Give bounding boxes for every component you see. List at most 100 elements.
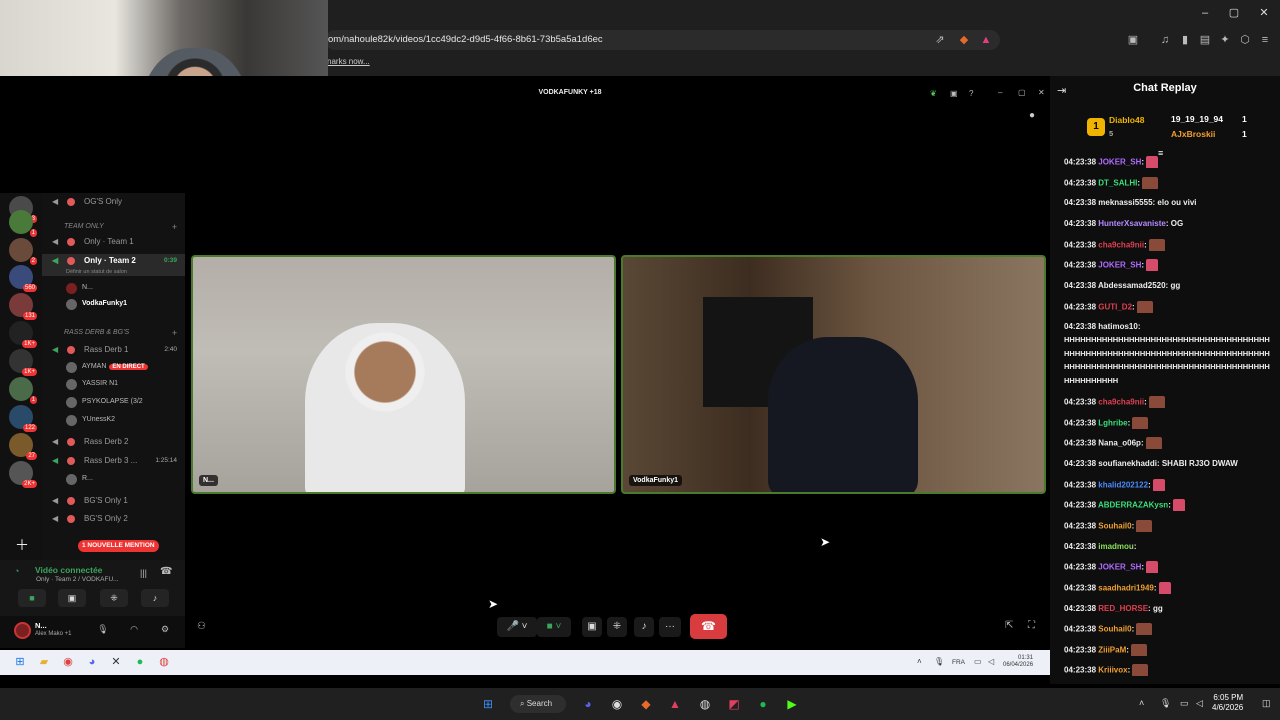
soundboard-call-button[interactable]: ♪ [634, 617, 654, 637]
app-icon[interactable]: ◍ [156, 654, 172, 670]
message-username[interactable]: cha9cha9nii [1098, 241, 1144, 250]
x-app-icon[interactable]: ✕ [108, 654, 124, 670]
help-icon[interactable]: ? [969, 89, 973, 98]
more-options-button[interactable]: ··· [659, 617, 681, 637]
message-username[interactable]: hatimos10 [1098, 322, 1138, 331]
activity-button[interactable]: ⁜ [607, 617, 627, 637]
screenshare-button[interactable]: ▣ [58, 589, 86, 607]
microphone-icon[interactable]: 🎙 [97, 624, 109, 636]
volume-icon[interactable]: ◁ [988, 657, 994, 666]
rewards-icon[interactable]: ▲ [979, 33, 993, 47]
server-icon[interactable]: 122 [9, 405, 37, 432]
server-icon[interactable]: 27 [9, 433, 37, 460]
dc-maximize-icon[interactable]: ▢ [1018, 88, 1026, 97]
video-tile[interactable]: VodkaFunky1 [621, 255, 1046, 494]
music-icon[interactable]: ♫ [1158, 33, 1172, 47]
add-channel-icon[interactable]: + [172, 326, 177, 340]
message-username[interactable]: Lghribe [1098, 419, 1127, 428]
app-icon[interactable]: ◍ [697, 696, 713, 712]
server-icon[interactable]: 1 [9, 210, 37, 237]
voice-member[interactable]: N... [42, 281, 185, 295]
add-server-icon[interactable]: ＋ [15, 535, 29, 555]
share-screen-button[interactable]: ▣ [582, 617, 602, 637]
mic-tray-icon[interactable]: 🎙 [934, 657, 944, 666]
server-icon[interactable]: 2K+ [9, 461, 37, 488]
app-icon[interactable]: ▶ [784, 696, 800, 712]
activities-button[interactable]: ⁜ [100, 589, 128, 607]
remote-clock[interactable]: 01:31 06/04/2026 [1003, 655, 1033, 669]
message-username[interactable]: khalid202122 [1098, 481, 1148, 490]
message-username[interactable]: ZiiiPaM [1098, 646, 1126, 655]
server-icon[interactable]: 1 [9, 377, 37, 404]
chrome-icon[interactable]: ◉ [60, 654, 76, 670]
server-icon[interactable]: 1K+ [9, 349, 37, 376]
network-icon[interactable]: ▭ [1180, 698, 1189, 709]
voice-channel-active[interactable]: ◀ Only · Team 2 0:39 Définir un statut de … [42, 254, 185, 276]
address-bar[interactable]: om/nahoule82k/videos/1cc49dc2-d9d5-4f66-… [325, 30, 1000, 50]
invite-icon[interactable]: ⚇ [197, 621, 206, 632]
mute-button[interactable]: 🎤 ˅ [497, 617, 537, 637]
voice-channel-path[interactable]: Only · Team 2 / VODKAFU... [36, 576, 119, 583]
voice-channel[interactable]: ◀ OG'S Only [42, 195, 185, 209]
chevron-up-icon[interactable]: ˄ [1139, 698, 1144, 708]
message-username[interactable]: JOKER_SH [1098, 158, 1141, 167]
settings-icon[interactable]: ⚙ [159, 624, 171, 636]
windows-start-icon[interactable]: ⊞ [12, 654, 28, 670]
message-username[interactable]: saadhadri1949 [1098, 584, 1154, 593]
camera-button[interactable]: ■ [18, 589, 46, 607]
message-username[interactable]: cha9cha9nii [1098, 398, 1144, 407]
leader-name[interactable]: 19_19_19_94 [1171, 114, 1223, 124]
network-icon[interactable]: ▭ [974, 657, 982, 666]
voice-member[interactable]: R... [42, 472, 185, 486]
start-icon[interactable]: ⊞ [480, 696, 496, 712]
dc-minimize-icon[interactable]: – [998, 88, 1002, 97]
taskbar-search[interactable]: ⌕ Search [510, 695, 566, 713]
sidebar-icon[interactable]: ▮ [1178, 33, 1192, 47]
leader-name[interactable]: AJxBroskii [1171, 129, 1215, 139]
voice-member[interactable]: VodkaFunky1 [42, 297, 185, 311]
spotify-taskbar-icon[interactable]: ● [755, 696, 771, 712]
wallet-icon[interactable]: ▤ [1198, 33, 1212, 47]
notifications-icon[interactable]: ◫ [1262, 698, 1271, 709]
message-username[interactable]: JOKER_SH [1098, 563, 1141, 572]
server-icon[interactable]: 1K+ [9, 321, 37, 348]
voice-channel[interactable]: ◀ Rass Derb 1 2:40 [42, 343, 185, 357]
message-username[interactable]: soufianekhaddi [1098, 459, 1157, 468]
voice-channel[interactable]: ◀ Rass Derb 2 [42, 435, 185, 449]
disconnect-icon[interactable]: ☎ [160, 566, 172, 577]
message-username[interactable]: Souhail0 [1098, 625, 1131, 634]
soundboard-button[interactable]: ♪ [141, 589, 169, 607]
message-username[interactable]: meknassi5555 [1098, 198, 1152, 207]
mic-icon[interactable]: 🎙 [1160, 698, 1171, 709]
voice-channel[interactable]: ◀ Only · Team 1 [42, 235, 185, 249]
channel-category[interactable]: RASS DERB & BG'S + [42, 326, 185, 340]
app-icon[interactable]: ◩ [726, 696, 742, 712]
leaf-icon[interactable]: ❦ [930, 89, 937, 98]
message-username[interactable]: Kriiivox [1098, 666, 1127, 675]
chevron-up-icon[interactable]: ˄ [917, 657, 922, 666]
inbox-icon[interactable]: ▣ [950, 89, 958, 98]
volume-icon[interactable]: ◁ [1196, 698, 1203, 709]
leader-name[interactable]: Diablo48 [1109, 115, 1144, 125]
discord-taskbar-icon[interactable]: ◕ [580, 696, 596, 712]
dc-close-icon[interactable]: ✕ [1038, 88, 1045, 97]
avatar[interactable] [14, 622, 31, 639]
system-clock[interactable]: 6:05 PM 4/6/2026 [1212, 693, 1243, 713]
discord-app-icon[interactable]: ◕ [84, 654, 100, 670]
ai-icon[interactable]: ✦ [1218, 33, 1232, 47]
close-icon[interactable]: ✕ [1255, 6, 1273, 20]
message-username[interactable]: Abdessamad2520 [1098, 281, 1166, 290]
file-explorer-icon[interactable]: ▰ [36, 654, 52, 670]
video-button[interactable]: ■ ˅ [537, 617, 571, 637]
menu-icon[interactable]: ≡ [1258, 33, 1272, 47]
message-username[interactable]: Nana_o06p [1098, 439, 1141, 448]
brave-icon[interactable]: ◆ [638, 696, 654, 712]
voice-member[interactable]: PSYKOLAPSE (3/2 [42, 395, 185, 409]
app-icon[interactable]: ◉ [609, 696, 625, 712]
signal-icon[interactable]: ◔ [14, 566, 19, 576]
message-username[interactable]: ABDERRAZAKysn [1098, 501, 1168, 510]
new-mention-badge[interactable]: 1 NOUVELLE MENTION [78, 540, 159, 552]
video-tile[interactable]: N... [191, 255, 616, 494]
server-icon[interactable]: 2 [9, 238, 37, 265]
voice-channel[interactable]: ◀ Rass Derb 3 ... 1:25:14 [42, 454, 185, 468]
